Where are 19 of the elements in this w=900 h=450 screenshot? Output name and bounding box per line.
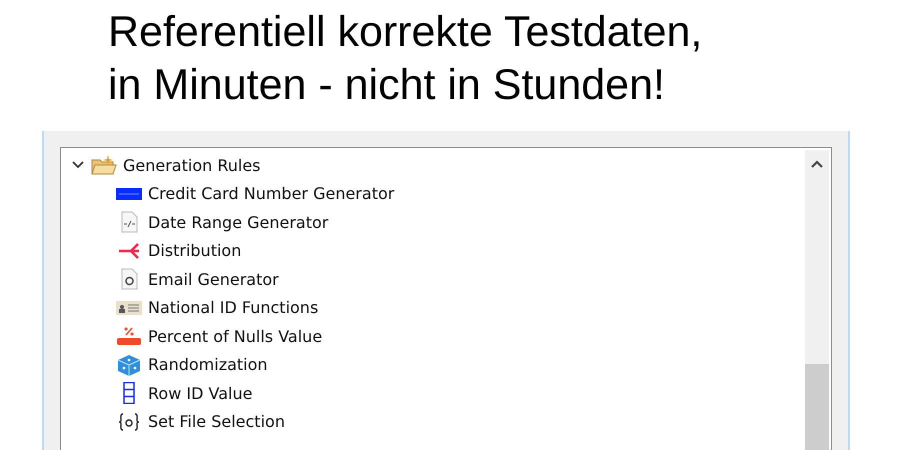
braces-icon xyxy=(116,410,142,433)
headline: Referentiell korrekte Testdaten, xyxy=(108,7,704,58)
dice-icon xyxy=(116,354,142,376)
scroll-thumb[interactable] xyxy=(805,364,829,450)
tree-item[interactable]: Row ID Value xyxy=(148,384,252,403)
folder-icon xyxy=(91,154,117,176)
tree-item[interactable]: Generation Rules xyxy=(123,156,261,175)
tree-item[interactable]: Credit Card Number Generator xyxy=(148,184,394,204)
tree-item[interactable]: Randomization xyxy=(148,355,268,374)
tree-item[interactable]: Distribution xyxy=(148,241,242,260)
headline: in Minuten - nicht in Stunden! xyxy=(108,60,666,111)
chevron-up-icon xyxy=(811,160,823,168)
tree-item[interactable]: Set File Selection xyxy=(148,412,285,432)
tree-item[interactable]: Date Range Generator xyxy=(148,212,328,232)
tree-item[interactable]: National ID Functions xyxy=(148,298,318,318)
tree-item[interactable]: Email Generator xyxy=(148,270,279,289)
nulls-icon xyxy=(116,325,142,348)
tree-item[interactable]: Percent of Nulls Value xyxy=(148,326,322,346)
scrollbar[interactable] xyxy=(805,150,829,450)
